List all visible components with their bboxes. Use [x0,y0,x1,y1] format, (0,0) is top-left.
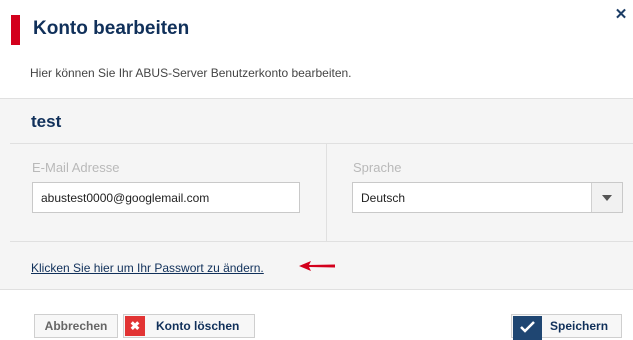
email-label: E-Mail Adresse [32,160,120,175]
divider [0,289,633,290]
change-password-link[interactable]: Klicken Sie hier um Ihr Passwort zu ände… [31,261,264,275]
save-button[interactable]: Speichern [511,314,622,340]
delete-account-button[interactable]: ✖ Konto löschen [123,314,255,338]
save-label: Speichern [550,319,609,333]
close-icon[interactable]: ✕ [614,7,628,22]
red-arrow-icon [299,261,335,271]
cancel-button[interactable]: Abbrechen [34,314,118,338]
dialog-intro-text: Hier können Sie Ihr ABUS-Server Benutzer… [30,66,352,80]
account-name: test [31,112,62,131]
delete-account-label: Konto löschen [156,319,240,333]
language-label: Sprache [353,160,402,175]
chevron-down-icon [602,195,612,201]
delete-x-icon: ✖ [125,316,145,336]
language-selected-value: Deutsch [361,191,406,205]
title-accent-bar [11,15,20,45]
language-select[interactable]: Deutsch [352,182,623,213]
divider [10,143,633,144]
divider [10,241,633,242]
divider [326,144,327,241]
email-field[interactable] [32,182,300,213]
checkmark-icon [513,316,542,340]
dropdown-button[interactable] [591,183,622,212]
dialog-title: Konto bearbeiten [33,18,190,39]
